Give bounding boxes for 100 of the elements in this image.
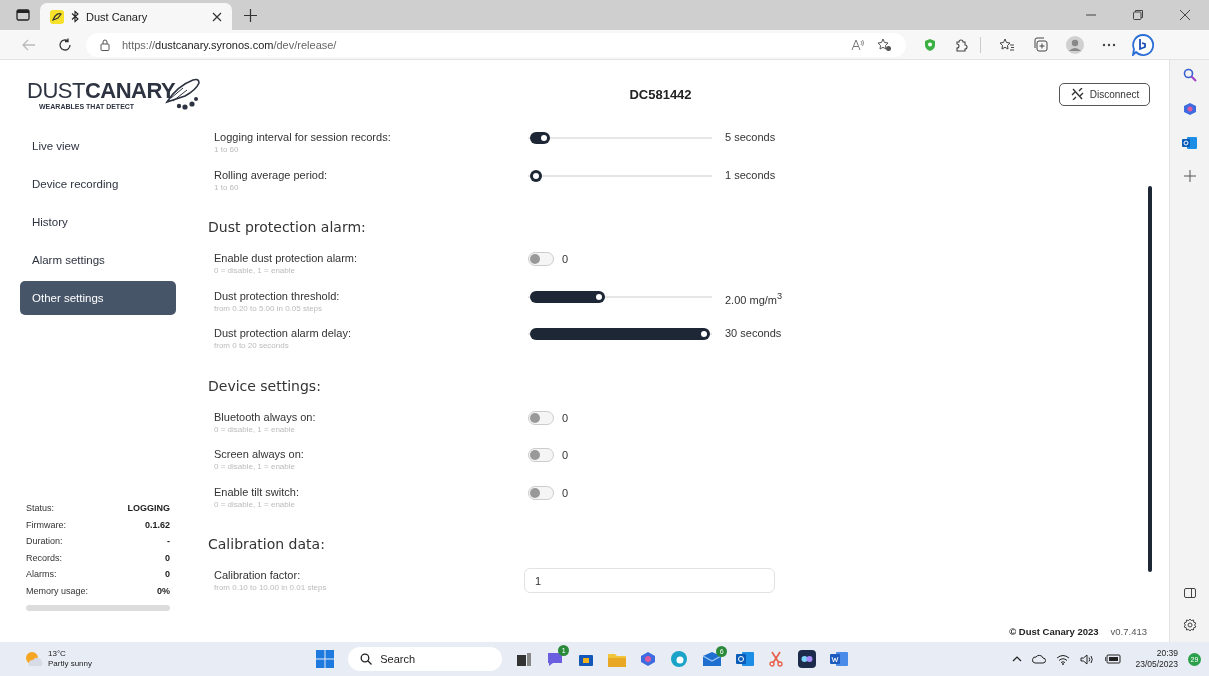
slider-handle[interactable] [530,132,551,144]
input-field[interactable]: 1 [524,568,775,593]
status-value: 0 [165,552,170,563]
browser-tab[interactable]: Dust Canary [40,3,232,30]
puzzle-icon[interactable] [954,37,968,52]
status-label: Records: [26,552,62,563]
section-heading: Calibration data: [208,535,326,554]
close-icon[interactable] [212,11,222,22]
toggle-switch[interactable] [528,252,554,266]
hexagon-icon[interactable] [1182,102,1197,116]
device-id: DC581442 [628,86,693,102]
profile-avatar[interactable] [1066,35,1084,54]
chat-bubble-icon[interactable] [1132,33,1154,56]
shield-icon[interactable] [924,37,936,52]
tab-title: Dust Canary [86,10,149,23]
toggle-switch[interactable] [528,410,554,425]
clock-time[interactable]: 20:39 [1156,648,1178,659]
chevron-up-icon[interactable] [1012,656,1023,662]
setting-label: Bluetooth always on: [214,409,317,424]
favorite-star-icon[interactable] [877,37,892,52]
speaker-icon[interactable] [1080,653,1096,665]
section-heading: Device settings: [208,376,322,396]
address-bar[interactable]: https://dustcanary.syronos.com/dev/release/ [86,32,906,57]
cloud-icon[interactable] [1032,654,1047,664]
search-icon [360,653,373,665]
panel-icon[interactable] [1183,588,1196,598]
setting-label: Enable tilt switch: [214,484,300,499]
setting-value: 5 seconds [725,130,776,144]
status-value: - [167,536,170,547]
bird-icon [50,9,64,24]
slider-handle[interactable] [530,169,542,182]
setting-hint: 1 to 60 [214,144,240,156]
media-icon[interactable] [798,650,817,668]
setting-label: Dust protection alarm delay: [214,326,352,340]
toggle-switch[interactable] [528,485,554,500]
setting-value: 0 [562,448,569,462]
sidebar-item[interactable]: History [20,205,176,239]
favorites-icon[interactable] [999,37,1015,52]
bluetooth-icon [71,10,79,23]
unlink-icon [1069,88,1085,100]
status-value: 0.1.62 [144,519,170,530]
sidebar-item[interactable]: Other settings [20,281,176,315]
setting-label: Calibration factor: [214,568,302,582]
chat-icon[interactable] [546,650,565,668]
task-view-icon[interactable] [516,651,533,667]
setting-label: Rolling average period: [214,167,329,182]
version-text: v0.7.413 [1110,626,1147,637]
status-label: Firmware: [26,519,66,530]
close-icon[interactable] [1180,10,1190,20]
battery-icon[interactable] [1105,654,1122,664]
new-tab-icon[interactable] [244,9,257,22]
more-icon[interactable] [1102,42,1116,47]
setting-value: 0 [562,485,569,500]
status-value: 0 [165,569,170,580]
toggle-switch[interactable] [528,448,554,462]
lock-icon [100,38,110,51]
sidebar-item[interactable]: Device recording [20,167,176,201]
document-app-icon[interactable] [830,651,849,667]
tabs-icon [16,9,30,21]
clock-date[interactable]: 23/05/2023 [1135,659,1178,670]
sidebar-item[interactable]: Alarm settings [20,243,176,277]
status-value: 0% [157,585,170,596]
reload-icon[interactable] [58,37,72,52]
browser-icon[interactable] [670,650,689,668]
taskbar-search-field[interactable]: Search [348,647,503,671]
wifi-icon[interactable] [1056,653,1071,665]
url-text: https://dustcanary.syronos.com/dev/release/ [122,38,337,51]
setting-value: 2.00 mg/m$^{3}$ [725,289,783,307]
status-label: Duration: [26,536,63,547]
status-label: Memory usage: [26,585,89,596]
setting-value: 0 [562,252,569,266]
restore-icon[interactable] [1133,10,1143,20]
slider-handle[interactable] [530,290,605,303]
sidebar-item[interactable]: Live view [20,129,176,163]
scrollbar[interactable] [1148,186,1152,572]
setting-value: 30 seconds [725,326,782,340]
temperature-text: 13°C [48,649,67,659]
setting-hint: 1 to 60 [214,181,240,194]
section-heading: Dust protection alarm: [208,218,367,237]
status-label: Alarms: [26,569,57,580]
mail-app-icon[interactable] [1182,136,1197,150]
mail-icon[interactable] [702,651,723,667]
setting-label: Screen always on: [214,447,305,461]
weather-text: Partly sunny [48,659,93,669]
settings-icon[interactable] [1182,618,1197,632]
start-icon[interactable] [316,650,335,668]
status-label: Status: [26,503,54,514]
disconnect-button[interactable]: Disconnect [1059,82,1150,106]
status-value: LOGGING [127,503,170,514]
hexagon-icon[interactable] [640,651,657,667]
copyright-text: © Dust Canary 2023 [1009,626,1099,637]
setting-label: Dust protection threshold: [214,288,341,303]
scissors-icon[interactable] [768,651,785,667]
add-icon[interactable] [1183,170,1196,182]
setting-label: Enable dust protection alarm: [214,251,359,265]
mail-app-icon[interactable] [736,651,755,667]
search-icon[interactable] [1182,68,1197,82]
collections-icon[interactable] [1033,37,1048,52]
read-aloud-icon[interactable] [851,38,865,51]
setting-value: 1 seconds [725,167,776,182]
